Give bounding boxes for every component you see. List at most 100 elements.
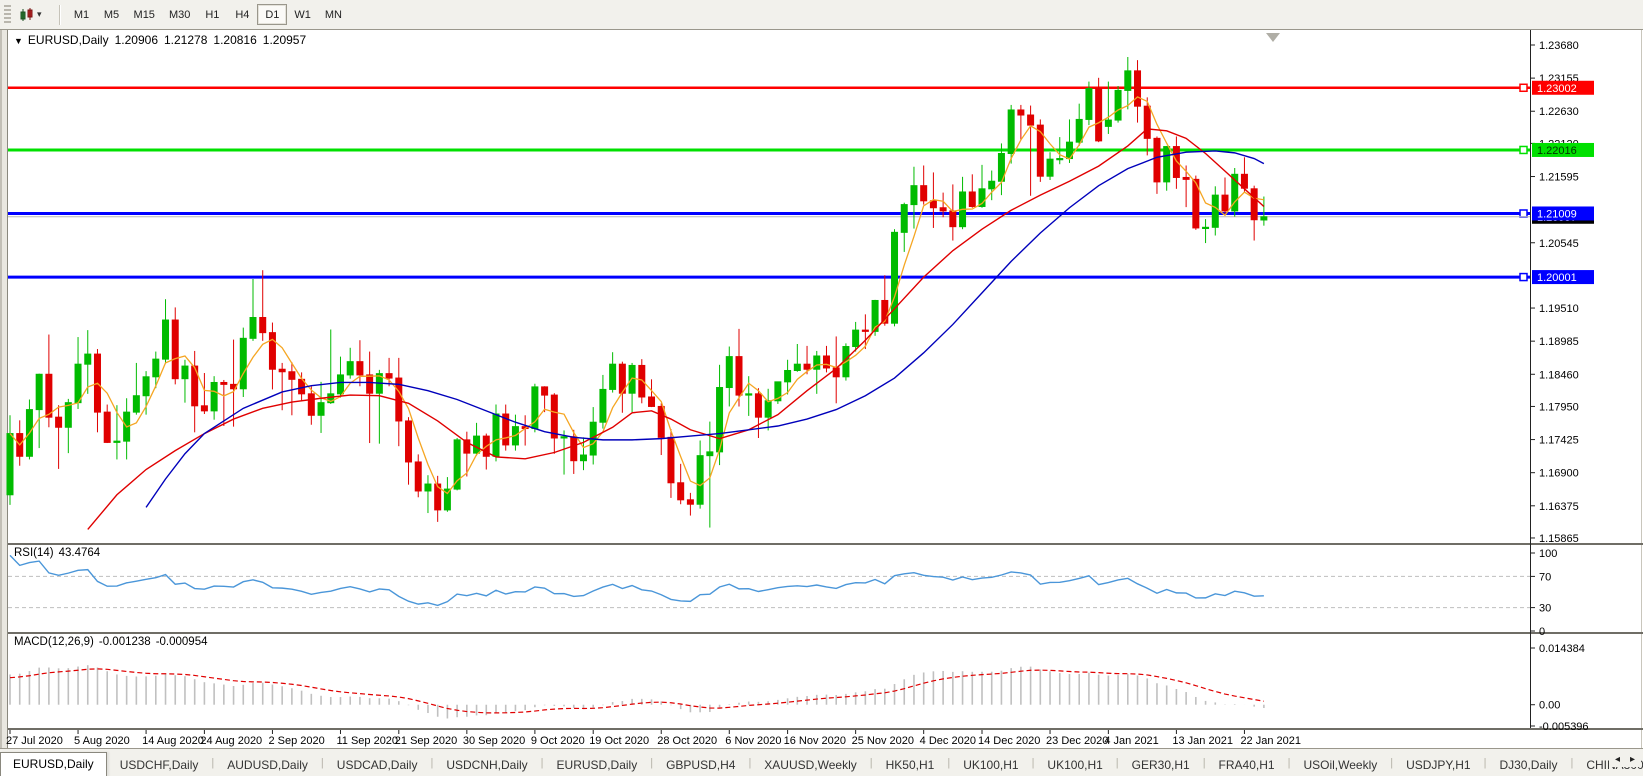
line-anchor-handle [1520, 146, 1527, 153]
current-price-line: 1.20957 [8, 210, 1594, 224]
bull-candle [726, 357, 732, 388]
date-label: 2 Sep 2020 [268, 735, 324, 747]
date-label: 6 Nov 2020 [725, 735, 781, 747]
bull-candle [1164, 147, 1170, 182]
bear-candle [755, 394, 761, 417]
bull-candle [347, 362, 353, 375]
bear-candle [1154, 138, 1160, 182]
date-label: 4 Jan 2021 [1104, 735, 1158, 747]
date-label: 19 Oct 2020 [589, 735, 649, 747]
bull-candle [765, 401, 771, 417]
svg-text:1.21009: 1.21009 [1537, 208, 1577, 220]
bull-candle [493, 414, 499, 456]
bull-candle [133, 396, 139, 412]
svg-text:1.15865: 1.15865 [1539, 533, 1579, 545]
bear-candle [201, 406, 207, 411]
date-label: 27 Jul 2020 [6, 735, 63, 747]
svg-text:70: 70 [1539, 571, 1551, 583]
ohlc-close: 1.20957 [263, 33, 306, 47]
line-anchor-handle [1520, 274, 1527, 281]
date-label: 14 Dec 2020 [978, 735, 1040, 747]
svg-text:100: 100 [1539, 548, 1557, 560]
bear-candle [862, 330, 868, 331]
bull-candle [36, 374, 42, 409]
date-label: 21 Sep 2020 [395, 735, 457, 747]
bull-candle [1261, 217, 1267, 220]
svg-text:1.16375: 1.16375 [1539, 501, 1579, 513]
svg-text:1.16900: 1.16900 [1539, 468, 1579, 480]
shift-end-triangle[interactable] [1266, 33, 1280, 42]
bear-candle [639, 365, 645, 397]
bear-candle [649, 397, 655, 406]
bull-candle [1115, 90, 1121, 120]
svg-text:0.014384: 0.014384 [1539, 643, 1585, 655]
bull-candle [561, 437, 567, 438]
bear-candle [940, 208, 946, 211]
svg-text:1.23002: 1.23002 [1537, 83, 1577, 95]
bear-candle [1028, 115, 1034, 125]
tab-nav-right-arrow[interactable]: ▸ [1628, 752, 1637, 767]
date-label: 11 Sep 2020 [336, 735, 398, 747]
bull-candle [182, 366, 188, 379]
bear-candle [930, 201, 936, 208]
bull-candle [853, 330, 859, 346]
rsi-label: RSI(14)43.4764 [14, 547, 105, 559]
bull-candle [425, 484, 431, 491]
rsi-value: 43.4764 [59, 547, 101, 559]
bull-candle [911, 186, 917, 205]
tab-nav-left-arrow[interactable]: ◂ [1613, 752, 1622, 767]
bull-candle [1076, 119, 1082, 142]
bear-candle [1183, 177, 1189, 179]
svg-text:1.20001: 1.20001 [1537, 272, 1577, 284]
macd-pane[interactable]: 0.014384 0.00 -0.005396 [10, 643, 1589, 733]
date-axis[interactable]: 27 Jul 20205 Aug 202014 Aug 202024 Aug 2… [6, 730, 1301, 747]
bear-candle [104, 412, 110, 442]
chart-symbol-label: EURUSD,Daily [28, 33, 109, 47]
bear-candle [1173, 147, 1179, 178]
bear-candle [551, 395, 557, 438]
level-line-label: 1.23002 [1532, 81, 1594, 95]
ma-fast-line [10, 97, 1264, 494]
candle-bodies[interactable] [7, 71, 1267, 510]
chart-canvas[interactable]: 1.236801.231551.226301.221201.215951.205… [0, 0, 1643, 776]
level-line-label: 1.21009 [1532, 206, 1594, 220]
bear-candle [415, 462, 421, 491]
bear-candle [1037, 125, 1043, 176]
bear-candle [950, 211, 956, 227]
svg-text:-0.005396: -0.005396 [1539, 721, 1589, 733]
bear-candle [1135, 71, 1141, 106]
bull-candle [707, 452, 713, 456]
chart-menu-icon[interactable]: ▼ [14, 36, 23, 46]
bear-candle [279, 369, 285, 372]
svg-text:1.17425: 1.17425 [1539, 435, 1579, 447]
bull-candle [785, 370, 791, 381]
bull-candle [1008, 110, 1014, 154]
svg-text:1.23680: 1.23680 [1539, 40, 1579, 52]
rsi-pane[interactable]: 10070300 [8, 548, 1557, 638]
svg-text:1.22016: 1.22016 [1537, 145, 1577, 157]
bear-candle [736, 357, 742, 395]
bull-candle [989, 181, 995, 189]
bull-candle [250, 318, 256, 339]
bear-candle [678, 483, 684, 500]
bull-candle [240, 338, 246, 388]
ohlc-open: 1.20906 [115, 33, 158, 47]
bear-candle [308, 394, 314, 415]
date-label: 5 Aug 2020 [74, 735, 130, 747]
bear-candle [357, 362, 363, 375]
ohlc-high: 1.21278 [164, 33, 207, 47]
svg-text:1.18460: 1.18460 [1539, 369, 1579, 381]
bull-candle [1057, 159, 1063, 160]
level-line-label: 1.20001 [1532, 270, 1594, 284]
bear-candle [386, 374, 392, 378]
bull-candle [85, 354, 91, 364]
bull-candle [610, 364, 616, 389]
date-label: 16 Nov 2020 [784, 735, 846, 747]
bear-candle [1096, 89, 1102, 141]
svg-text:0.00: 0.00 [1539, 700, 1560, 712]
bull-candle [163, 320, 169, 359]
bull-candle [600, 389, 606, 422]
horizontal-level-lines[interactable] [8, 84, 1530, 280]
bear-candle [1144, 106, 1150, 138]
bear-candle [921, 186, 927, 201]
